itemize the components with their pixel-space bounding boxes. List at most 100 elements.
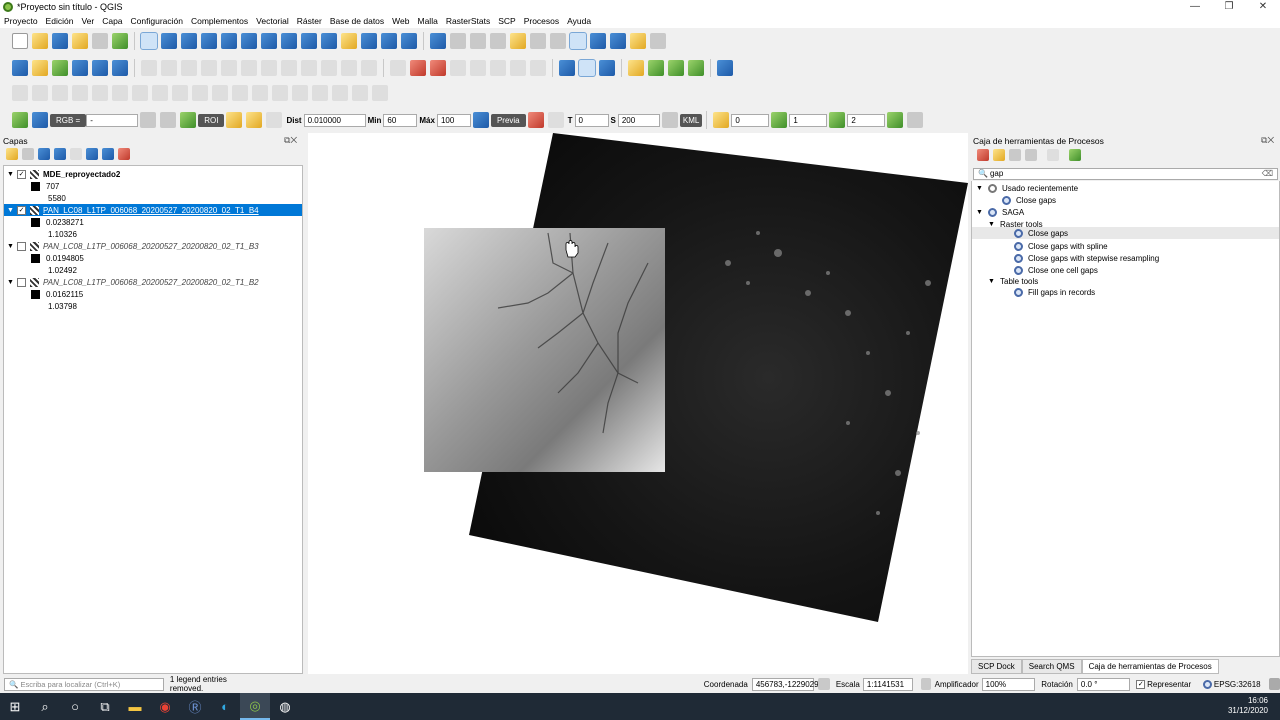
- menu-rasterstats[interactable]: RasterStats: [446, 16, 490, 26]
- cut-features-icon[interactable]: [281, 60, 297, 76]
- close-button[interactable]: ✕: [1246, 0, 1280, 14]
- help-icon[interactable]: [717, 60, 733, 76]
- select-features-icon[interactable]: [470, 33, 486, 49]
- globe-search-icon[interactable]: [578, 59, 596, 77]
- manage-visibility-icon[interactable]: [38, 148, 50, 160]
- expand-arrow-icon[interactable]: ▼: [7, 279, 17, 286]
- menu-scp[interactable]: SCP: [498, 16, 515, 26]
- edit-features-inplace-icon[interactable]: [1047, 149, 1059, 161]
- layer-checkbox[interactable]: [17, 277, 26, 287]
- statistical-summary-icon[interactable]: [590, 33, 606, 49]
- render-checkbox[interactable]: ✓: [1136, 679, 1146, 689]
- rotate-point-icon[interactable]: [252, 85, 268, 101]
- reverse-line-icon[interactable]: [292, 85, 308, 101]
- saga-provider[interactable]: ▼ SAGA: [976, 206, 1024, 218]
- algorithm-close-gaps-stepwise[interactable]: Close gaps with stepwise resampling: [1014, 252, 1159, 264]
- menu-ayuda[interactable]: Ayuda: [567, 16, 591, 26]
- local-std-stretch-icon[interactable]: [160, 112, 177, 128]
- remove-layer-icon[interactable]: [118, 148, 130, 160]
- menu-vectorial[interactable]: Vectorial: [256, 16, 289, 26]
- advanced-digitizing-icon[interactable]: [12, 85, 28, 101]
- rotation-field[interactable]: 0.0 °: [1076, 677, 1131, 691]
- run-action-icon[interactable]: [450, 33, 466, 49]
- map-canvas[interactable]: [308, 133, 968, 674]
- recent-item[interactable]: Close gaps: [1002, 194, 1056, 206]
- toolbox-search-input[interactable]: 🔍 gap ⌫: [973, 168, 1278, 180]
- split-features-icon[interactable]: [172, 85, 188, 101]
- paste-features-icon[interactable]: [321, 60, 337, 76]
- expand-arrow-icon[interactable]: ▼: [7, 207, 17, 214]
- expand-arrow-icon[interactable]: ▼: [976, 185, 988, 192]
- menu-base-de-datos[interactable]: Base de datos: [330, 16, 384, 26]
- new-geopackage-icon[interactable]: [32, 60, 48, 76]
- menu-complementos[interactable]: Complementos: [191, 16, 248, 26]
- delete-selected-icon[interactable]: [261, 60, 277, 76]
- rotate-label-icon[interactable]: [510, 60, 526, 76]
- python-console-icon[interactable]: [628, 60, 644, 76]
- size-input[interactable]: 200: [617, 113, 660, 127]
- zoom-in-icon[interactable]: [181, 33, 197, 49]
- redo-roi-icon[interactable]: [266, 112, 283, 128]
- ring-icon[interactable]: [32, 85, 48, 101]
- zoom-out-icon[interactable]: [201, 33, 217, 49]
- data-source-manager-icon[interactable]: [12, 60, 28, 76]
- move-label-icon[interactable]: [490, 60, 506, 76]
- copy-features-icon[interactable]: [301, 60, 317, 76]
- merge-attributes-icon[interactable]: [232, 85, 248, 101]
- new-project-icon[interactable]: [12, 33, 28, 49]
- menu-web[interactable]: Web: [392, 16, 409, 26]
- toolbox-close-icon[interactable]: ⧉✕: [1261, 135, 1274, 146]
- zoom-input-image-icon[interactable]: [32, 112, 48, 128]
- bookmark-icon[interactable]: [361, 33, 377, 49]
- add-vector-icon[interactable]: [52, 60, 68, 76]
- align-icon[interactable]: [372, 85, 388, 101]
- create-roi-icon[interactable]: [226, 112, 243, 128]
- scripts-icon[interactable]: [993, 149, 1005, 161]
- layer-style-icon[interactable]: [6, 148, 18, 160]
- add-mesh-icon[interactable]: [92, 60, 108, 76]
- current-edits-icon[interactable]: [161, 60, 177, 76]
- filter-legend-icon[interactable]: [54, 148, 66, 160]
- kml-button[interactable]: KML: [679, 113, 703, 127]
- layer-checkbox[interactable]: ✓: [17, 205, 26, 215]
- expand-all-icon[interactable]: [86, 148, 98, 160]
- layers-panel-close-icon[interactable]: ⧉✕: [284, 135, 297, 146]
- reshape-icon[interactable]: [132, 85, 148, 101]
- results-viewer-icon[interactable]: [1025, 149, 1037, 161]
- zoom-native-icon[interactable]: [281, 33, 297, 49]
- measure-icon[interactable]: [610, 33, 626, 49]
- options-icon[interactable]: [1069, 149, 1081, 161]
- layer-row-b3[interactable]: ▼ PAN_LC08_L1TP_006068_20200527_20200820…: [4, 240, 302, 252]
- tab-processing-toolbox[interactable]: Caja de herramientas de Procesos: [1081, 659, 1219, 674]
- add-group-icon[interactable]: [22, 148, 34, 160]
- band-set-icon[interactable]: [713, 112, 730, 128]
- layer-diagram-icon[interactable]: [430, 60, 446, 76]
- menu-raster[interactable]: Ráster: [297, 16, 322, 26]
- algorithm-fill-gaps-records[interactable]: Fill gaps in records: [1014, 286, 1095, 298]
- settings-grid-icon[interactable]: [907, 112, 924, 128]
- georeferencer-icon[interactable]: [559, 60, 575, 76]
- zoom-roi-icon[interactable]: [180, 112, 197, 128]
- vertex-tool-icon[interactable]: [221, 60, 237, 76]
- part-icon[interactable]: [52, 85, 68, 101]
- models-icon[interactable]: [977, 149, 989, 161]
- identify-icon[interactable]: [430, 33, 446, 49]
- clock[interactable]: 16:06 31/12/2020: [1228, 696, 1268, 716]
- save-as-icon[interactable]: [72, 33, 88, 49]
- band-next-icon-3[interactable]: [887, 112, 904, 128]
- scp-main-icon[interactable]: [12, 112, 28, 128]
- task-view-icon[interactable]: ⧉: [90, 693, 120, 720]
- scale-field[interactable]: 1:1141531: [862, 677, 913, 691]
- processing-toolbox-icon[interactable]: [569, 32, 587, 50]
- trim-extend-icon[interactable]: [312, 85, 328, 101]
- layer-row-b4[interactable]: ▼ ✓ PAN_LC08_L1TP_006068_20200527_202008…: [4, 204, 302, 216]
- windows-start-icon[interactable]: ⊞: [0, 693, 30, 720]
- deselect-icon[interactable]: [510, 33, 526, 49]
- magnifier-field[interactable]: 100%: [981, 677, 1036, 691]
- chrome-icon[interactable]: ◉: [150, 693, 180, 720]
- pan-hand-icon[interactable]: [140, 32, 158, 50]
- merge-features-icon[interactable]: [212, 85, 228, 101]
- new-map-view-icon[interactable]: [341, 33, 357, 49]
- crs-globe-icon[interactable]: [1203, 679, 1212, 689]
- transparency-input[interactable]: 0: [574, 113, 609, 127]
